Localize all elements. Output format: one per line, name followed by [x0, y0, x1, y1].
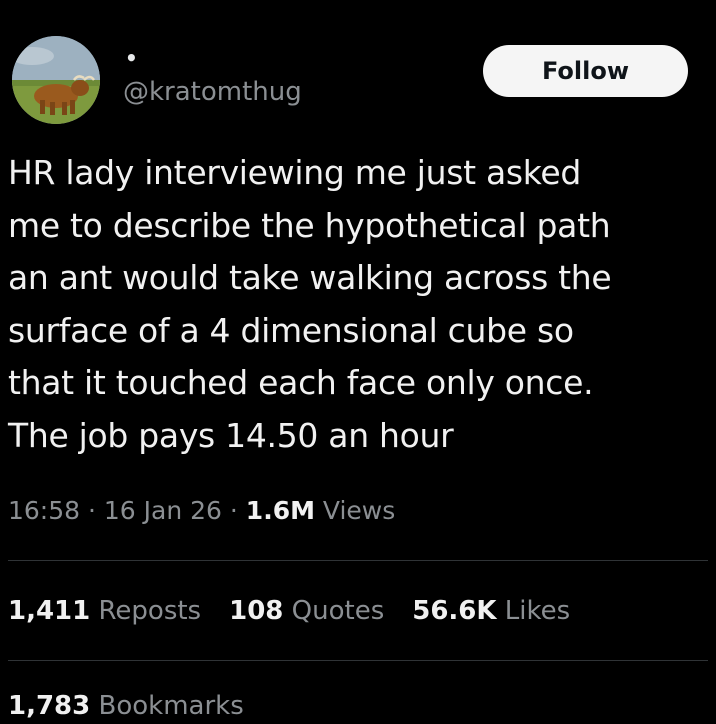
user-handle[interactable]: @kratomthug — [123, 76, 302, 108]
meta-separator: · — [221, 496, 246, 525]
reposts-count: 1,411 — [8, 596, 91, 626]
divider — [8, 560, 708, 561]
display-name[interactable]: • — [125, 48, 138, 68]
divider — [8, 660, 708, 661]
quotes-stat[interactable]: 108 Quotes — [229, 593, 384, 629]
tweet-stats: 1,411 Reposts 108 Quotes 56.6K Likes — [8, 593, 598, 629]
reposts-label: Reposts — [90, 596, 202, 626]
tweet-card: • @kratomthug Follow HR lady interviewin… — [0, 0, 716, 721]
tweet-meta: 16:58 · 16 Jan 26 · 1.6M Views — [8, 494, 395, 528]
follow-button[interactable]: Follow — [483, 45, 688, 97]
tweet-text: HR lady interviewing me just asked me to… — [8, 153, 612, 455]
views-count: 1.6M — [245, 496, 315, 525]
tweet-header: • @kratomthug Follow — [8, 30, 708, 124]
tweet-date[interactable]: 16 Jan 26 — [104, 496, 222, 525]
views-label: Views — [314, 496, 396, 525]
bookmarks-stat[interactable]: 1,783 Bookmarks — [8, 688, 244, 724]
bookmarks-label: Bookmarks — [90, 691, 244, 721]
bookmarks-count: 1,783 — [8, 691, 91, 721]
likes-label: Likes — [496, 596, 571, 626]
reposts-stat[interactable]: 1,411 Reposts — [8, 593, 201, 629]
quotes-count: 108 — [229, 596, 284, 626]
avatar-bull-photo-icon — [12, 36, 100, 124]
tweet-time[interactable]: 16:58 — [8, 496, 80, 525]
tweet-stats-bookmarks: 1,783 Bookmarks — [8, 688, 272, 724]
quotes-label: Quotes — [283, 596, 385, 626]
likes-stat[interactable]: 56.6K Likes — [412, 593, 570, 629]
meta-separator: · — [80, 496, 104, 525]
likes-count: 56.6K — [412, 596, 497, 626]
avatar[interactable] — [12, 36, 100, 124]
